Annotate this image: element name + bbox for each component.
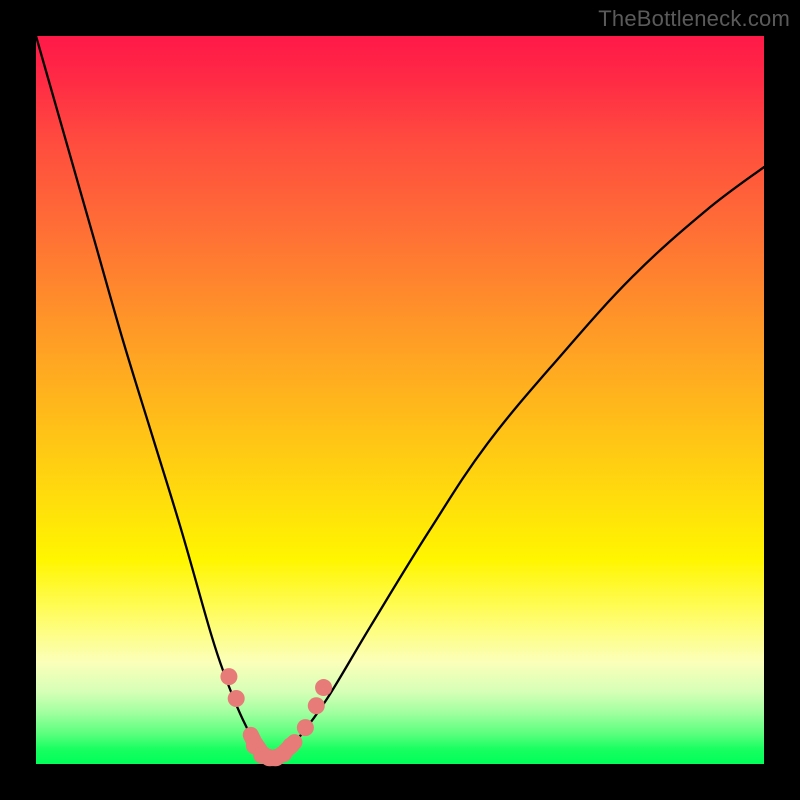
curve-marker	[228, 690, 245, 707]
plot-area	[36, 36, 764, 764]
curve-marker	[297, 719, 314, 736]
bottleneck-curve	[36, 36, 764, 759]
curve-svg	[36, 36, 764, 764]
chart-frame: TheBottleneck.com	[0, 0, 800, 800]
curve-marker	[315, 679, 332, 696]
watermark-text: TheBottleneck.com	[598, 6, 790, 32]
curve-marker	[220, 668, 237, 685]
curve-marker	[282, 737, 299, 754]
curve-marker	[308, 697, 325, 714]
